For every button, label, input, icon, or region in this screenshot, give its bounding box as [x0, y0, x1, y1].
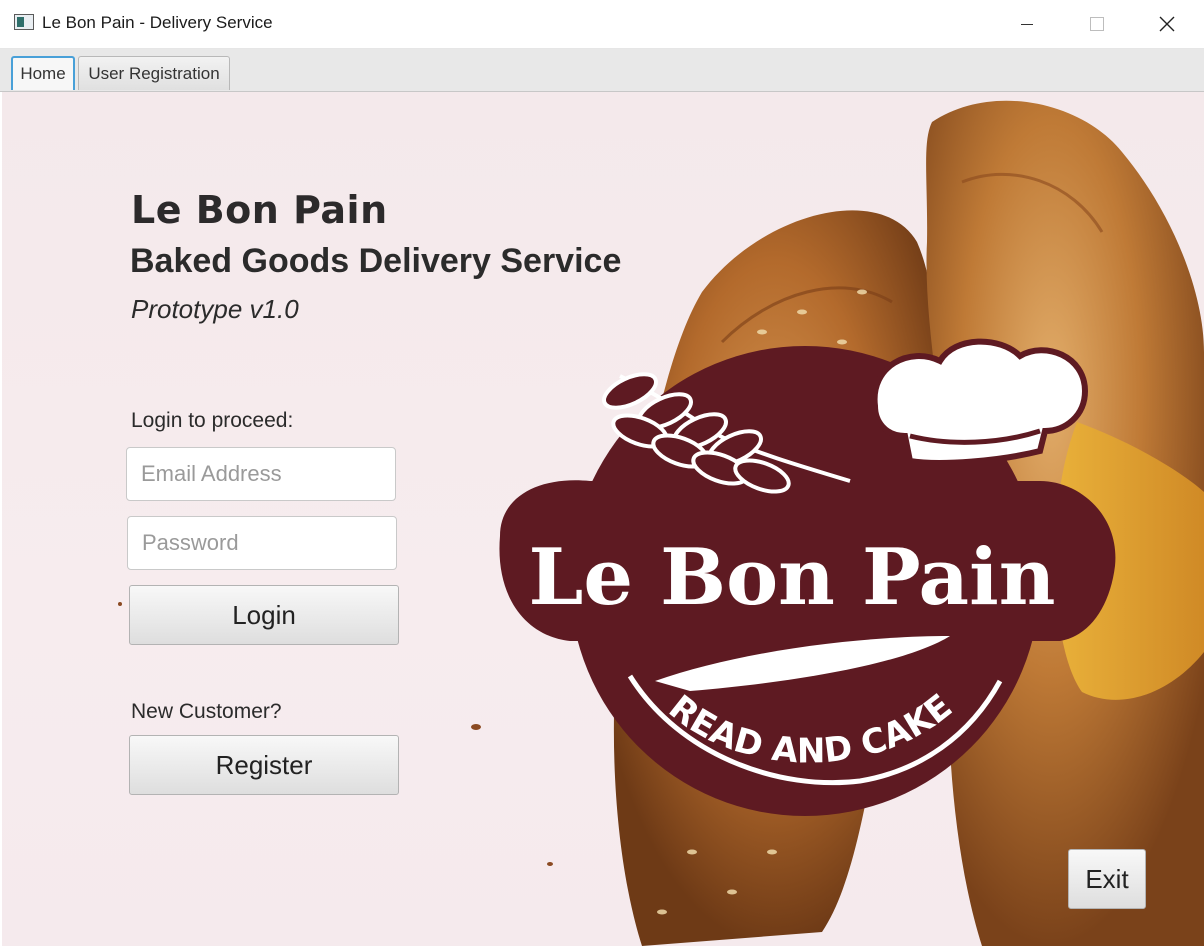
new-customer-prompt: New Customer? [131, 700, 282, 723]
page-subtitle: Baked Goods Delivery Service [130, 242, 622, 280]
email-field[interactable] [126, 447, 396, 501]
version-label: Prototype v1.0 [131, 294, 299, 324]
minimize-icon [1021, 23, 1033, 25]
register-button[interactable]: Register [129, 735, 399, 795]
brand-title: Le Bon Pain [131, 188, 388, 232]
window-title: Le Bon Pain - Delivery Service [42, 13, 273, 32]
app-window-icon [14, 14, 34, 30]
exit-button[interactable]: Exit [1068, 849, 1146, 909]
login-button[interactable]: Login [129, 585, 399, 645]
password-field[interactable] [127, 516, 397, 570]
close-button[interactable] [1132, 0, 1202, 48]
tab-home[interactable]: Home [11, 56, 75, 90]
maximize-button[interactable] [1062, 0, 1132, 48]
close-icon [1159, 16, 1175, 32]
home-panel: Le Bon Pain BREAD AND CAKES Le Bon Pain … [2, 92, 1204, 946]
le-bon-pain-logo: Le Bon Pain BREAD AND CAKES [480, 336, 1116, 816]
logo-brand-text: Le Bon Pain [529, 532, 1056, 623]
login-prompt: Login to proceed: [131, 409, 294, 432]
maximize-icon [1090, 17, 1104, 31]
tab-bar: Home User Registration [0, 49, 1204, 92]
tab-user-registration[interactable]: User Registration [78, 56, 230, 90]
minimize-button[interactable] [992, 0, 1062, 48]
title-bar: Le Bon Pain - Delivery Service [0, 0, 1204, 49]
